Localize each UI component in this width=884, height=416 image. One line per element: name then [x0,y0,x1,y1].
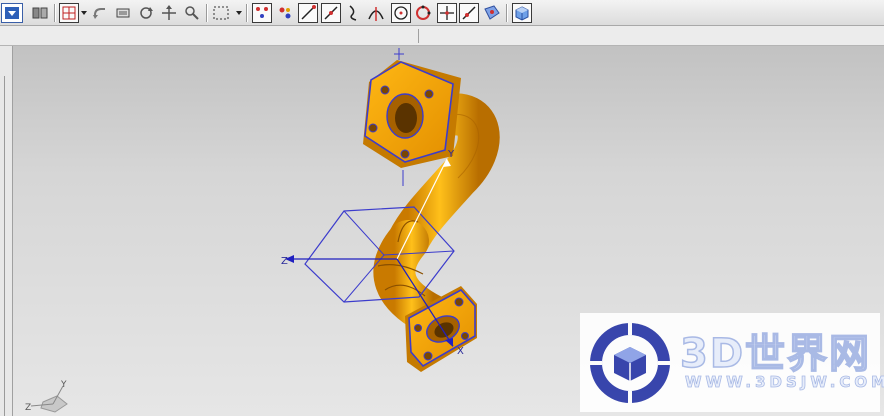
circle-center-icon[interactable] [391,3,411,23]
undo-icon[interactable] [90,3,110,23]
strip-divider [418,29,419,43]
resource-bar-edge[interactable] [0,46,13,416]
reset-view-icon[interactable] [59,3,79,23]
main-toolbar [0,0,884,26]
line-icon[interactable] [298,3,318,23]
wcs-z-label: Z [281,256,288,267]
zoom-icon[interactable] [182,3,202,23]
watermark-logo-icon [590,323,670,403]
snap-tools-icon[interactable] [30,3,50,23]
watermark-title: 3D世界网 [679,330,872,378]
toolbar-separator [206,4,207,22]
resource-bar-divider [4,76,5,416]
selection-filter-dropdown[interactable] [1,3,23,23]
watermark-url: WWW.3DSJW.COM [685,373,884,392]
arc-icon[interactable] [344,3,364,23]
quadrant-icon[interactable] [413,3,433,23]
toolbar-separator [54,4,55,22]
point-snap-icon[interactable] [252,3,272,23]
wcs-y-label: Y [447,149,455,160]
line-point-icon[interactable] [459,3,479,23]
triad-y-label: Y [60,380,67,390]
point-on-curve-icon[interactable] [437,3,457,23]
surface-point-icon[interactable] [482,3,502,23]
chevron-down-icon[interactable] [236,11,242,15]
view-cube-icon[interactable] [512,3,532,23]
view-triad: Y Z [25,380,68,413]
rotate-icon[interactable] [136,3,156,23]
rectangle-select-icon[interactable] [211,3,231,23]
secondary-toolbar-strip [0,26,884,46]
intersection-icon[interactable] [366,3,386,23]
toolbar-separator [246,4,247,22]
end-point-icon[interactable] [275,3,295,23]
curve-icon[interactable] [321,3,341,23]
wcs-x-label: X [457,346,464,357]
pan-icon[interactable] [159,3,179,23]
toolbar-separator [506,4,507,22]
chevron-down-icon[interactable] [81,11,87,15]
watermark-3dsjw: 3D世界网 WWW.3DSJW.COM [580,313,884,412]
triad-z-label: Z [25,403,31,413]
fit-view-icon[interactable] [113,3,133,23]
